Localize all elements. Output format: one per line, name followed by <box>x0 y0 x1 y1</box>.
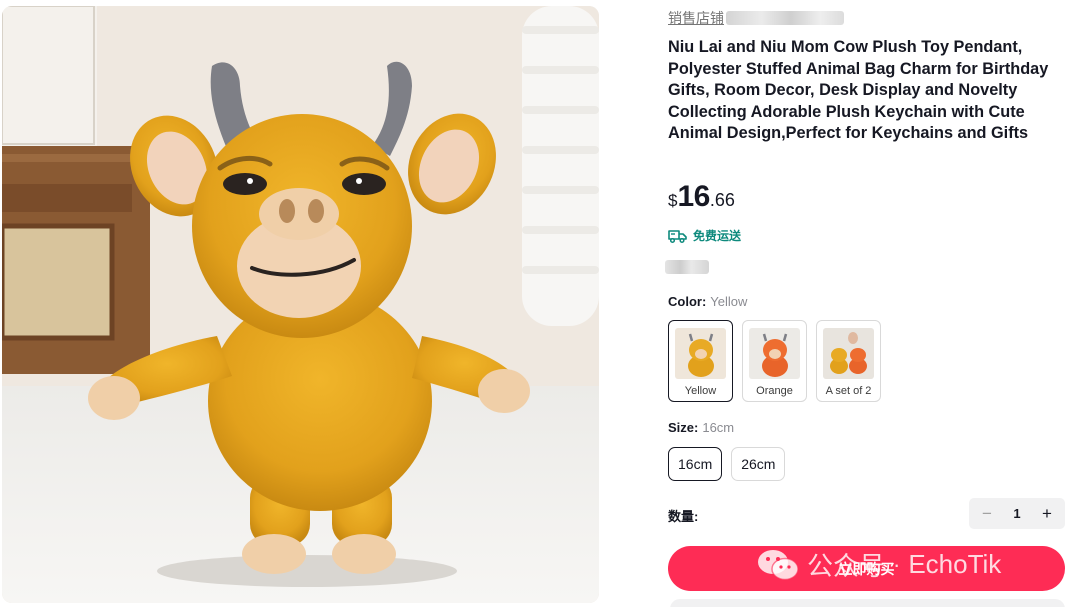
color-option-label: Yellow <box>684 385 717 397</box>
color-option-set-of-2[interactable]: A set of 2 <box>816 320 881 402</box>
plush-cow-photo <box>2 6 599 603</box>
size-label-text: Size: <box>668 420 699 435</box>
product-title: Niu Lai and Niu Mom Cow Plush Toy Pendan… <box>668 38 1049 142</box>
price-integer: 16 <box>677 180 710 213</box>
color-option-label: A set of 2 <box>825 385 872 397</box>
quantity-increase-button[interactable]: + <box>1035 502 1059 526</box>
price-decimal: .66 <box>709 190 735 210</box>
size-options: 16cm 26cm <box>668 447 786 481</box>
color-thumb-set-of-2 <box>823 328 874 379</box>
free-shipping-badge: 免费运送 <box>668 227 741 244</box>
store-name-redacted <box>726 11 844 25</box>
color-options: Yellow Orange A set of 2 <box>668 320 881 402</box>
color-label: Color: Yellow <box>668 294 747 309</box>
size-option-26cm[interactable]: 26cm <box>731 447 786 481</box>
color-label-text: Color: <box>668 294 707 309</box>
quantity-stepper: − 1 + <box>969 498 1065 529</box>
color-option-yellow[interactable]: Yellow <box>668 320 733 402</box>
buy-now-button[interactable]: 立即购买 <box>668 546 1065 591</box>
quantity-value[interactable]: 1 <box>1013 506 1020 521</box>
price-currency: $ <box>668 191 678 210</box>
free-shipping-label: 免费运送 <box>693 229 742 243</box>
truck-icon <box>668 229 687 243</box>
color-selected-value: Yellow <box>710 294 748 309</box>
color-thumb-yellow <box>675 328 726 379</box>
size-option-16cm[interactable]: 16cm <box>668 447 723 481</box>
product-info-panel: 销售店铺 Niu Lai and Niu Mom Cow Plush Toy P… <box>665 6 1068 607</box>
color-option-orange[interactable]: Orange <box>742 320 807 402</box>
size-selected-value: 16cm <box>702 420 735 435</box>
color-option-label: Orange <box>756 385 793 397</box>
store-link[interactable]: 销售店铺 <box>668 8 844 28</box>
price: $ 16 .66 <box>668 180 735 214</box>
secondary-action-button[interactable] <box>670 599 1065 607</box>
product-image[interactable] <box>2 6 599 603</box>
quantity-decrease-button[interactable]: − <box>975 502 999 526</box>
size-label: Size: 16cm <box>668 420 734 435</box>
sold-count-redacted <box>665 260 709 274</box>
store-label[interactable]: 销售店铺 <box>668 8 724 28</box>
quantity-label: 数量: <box>668 509 699 524</box>
color-thumb-orange <box>749 328 800 379</box>
